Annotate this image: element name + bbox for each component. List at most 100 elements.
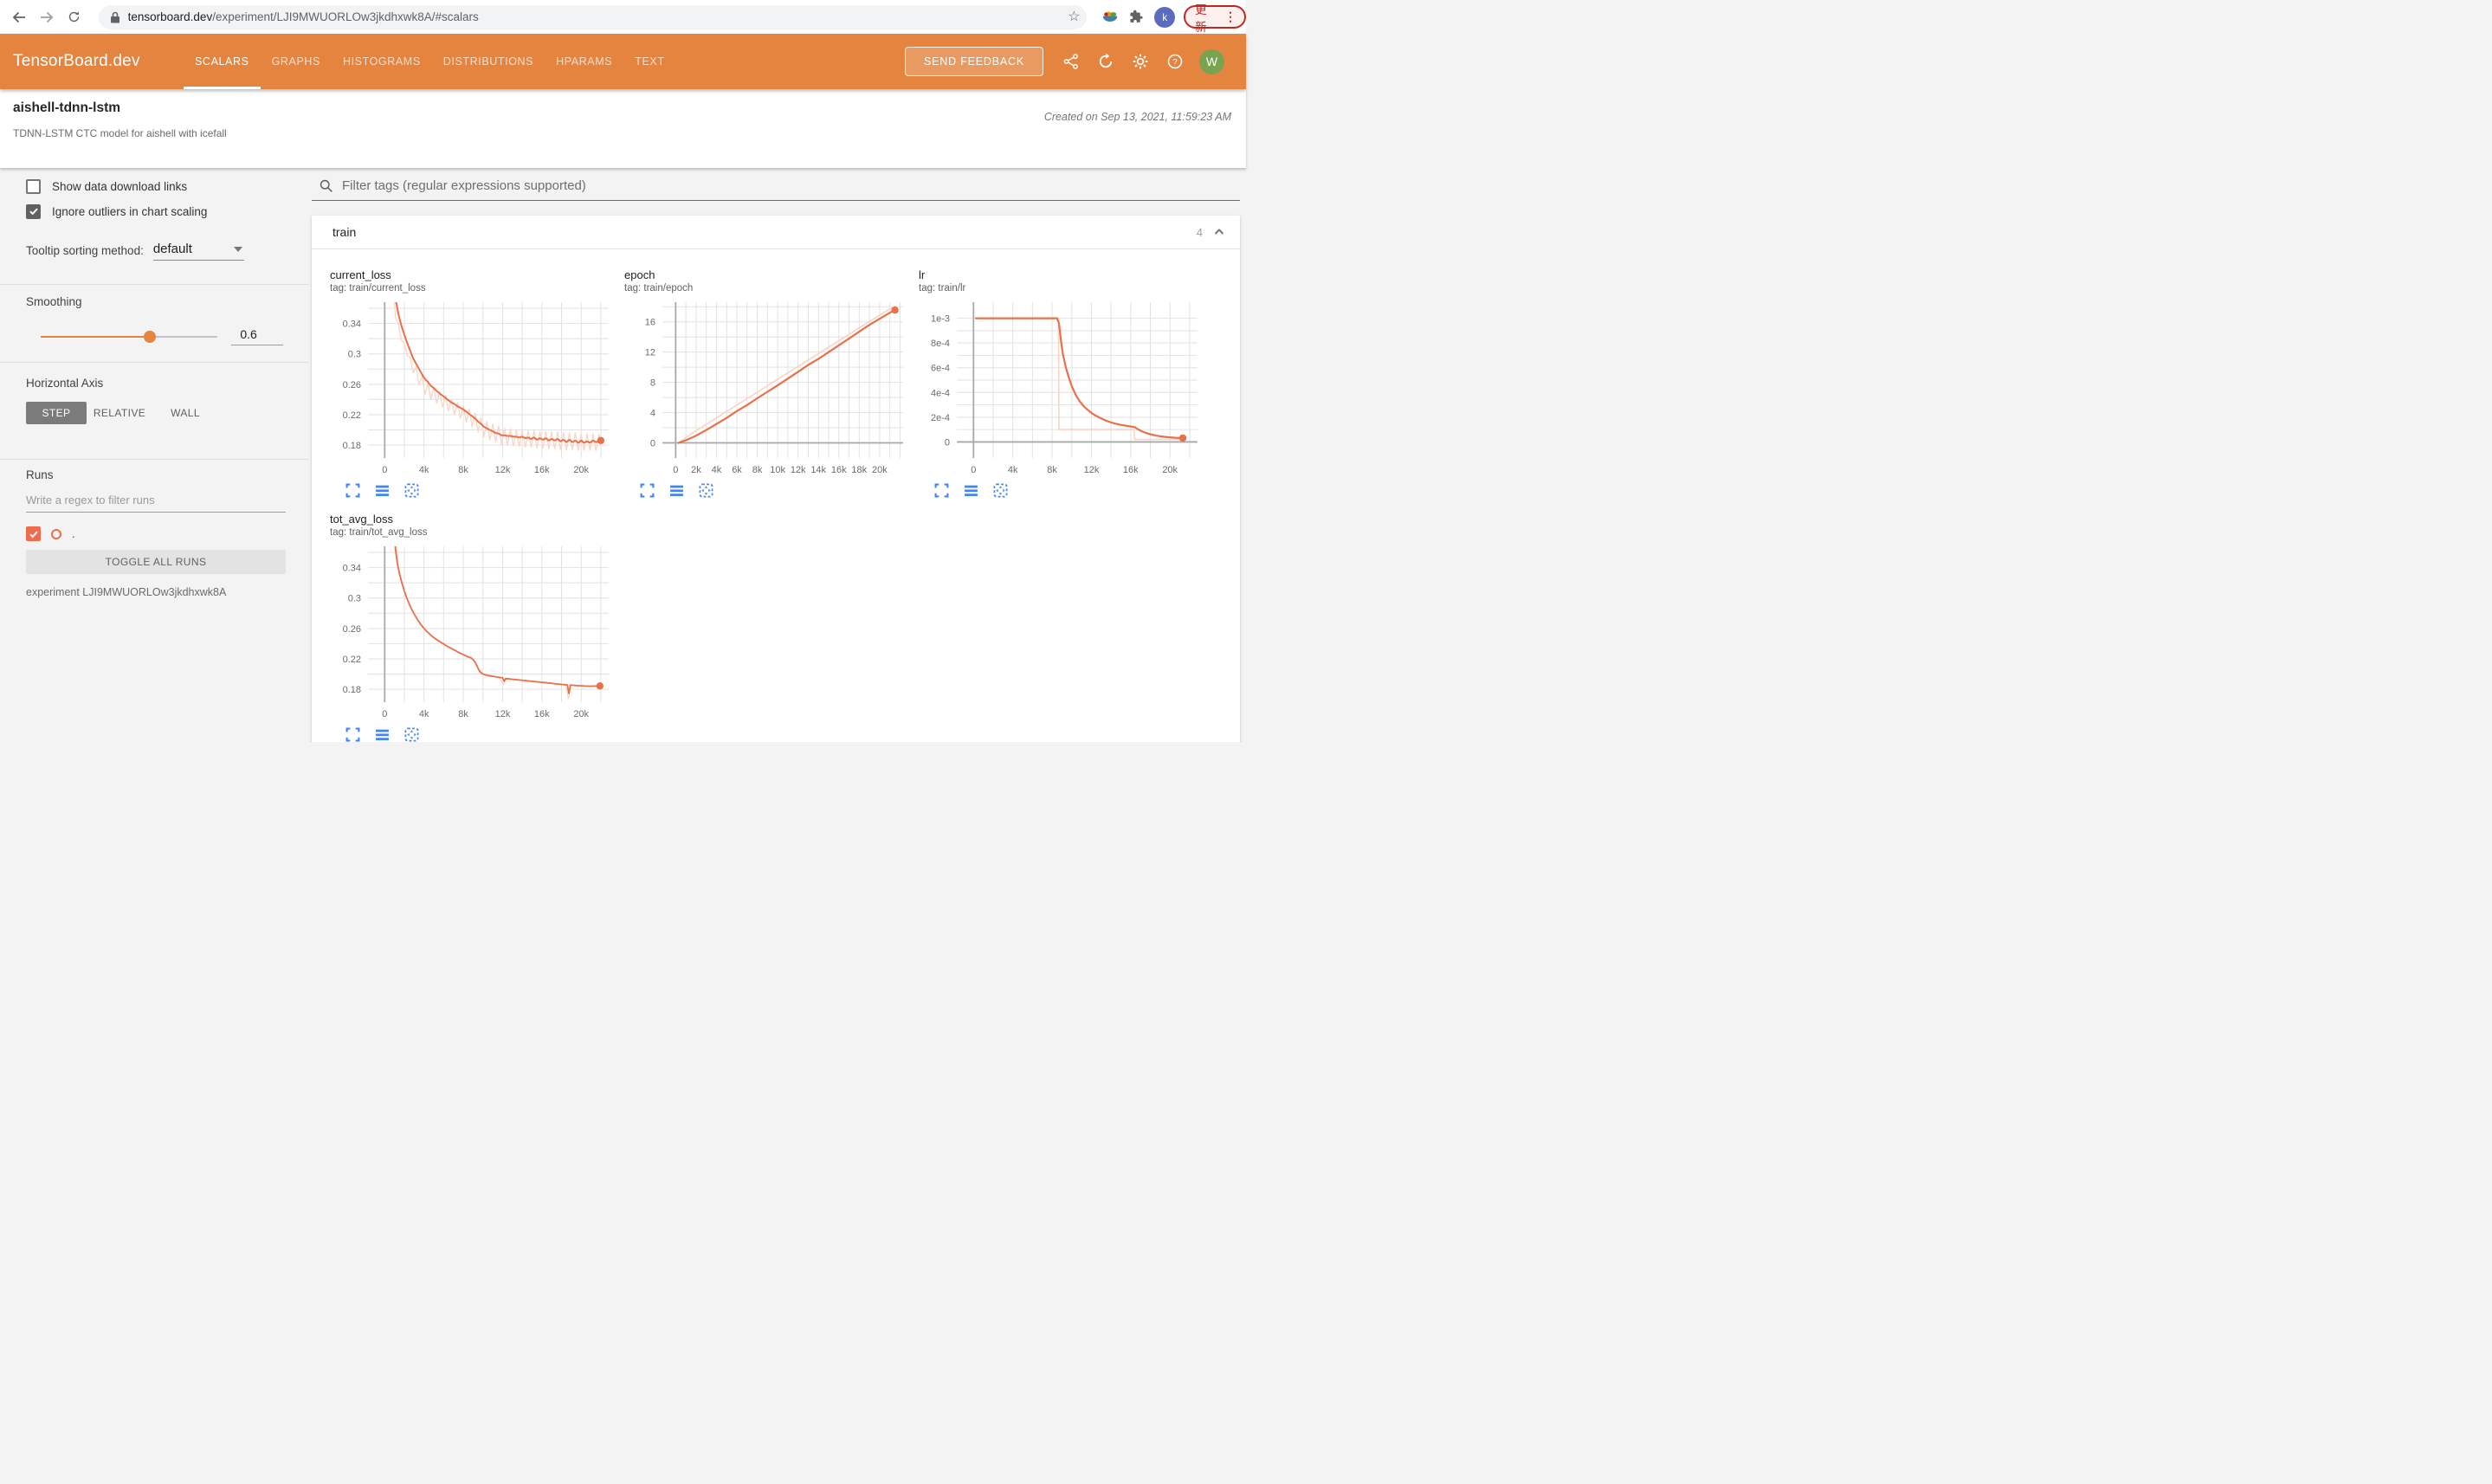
browser-menu-dots-icon[interactable]: ⋮ [1224, 10, 1236, 24]
toggle-y-axis-icon[interactable] [964, 483, 978, 498]
svg-text:20k: 20k [573, 709, 589, 719]
chart-current_loss: current_loss tag: train/current_loss 0 4k 8k… [330, 268, 616, 498]
header-actions: SEND FEEDBACK ? W [905, 44, 1224, 79]
svg-text:0.18: 0.18 [343, 441, 361, 451]
svg-text:16: 16 [645, 318, 655, 328]
svg-text:12k: 12k [1084, 465, 1100, 475]
axis-button-relative[interactable]: RELATIVE [87, 402, 152, 424]
browser-update-button[interactable]: 更新 ⋮ [1184, 3, 1246, 34]
svg-text:0.34: 0.34 [343, 564, 361, 574]
toggle-y-axis-icon[interactable] [375, 483, 390, 498]
show-download-label: Show data download links [52, 179, 188, 193]
lock-icon [110, 11, 120, 23]
chart-tot_avg_loss: tot_avg_loss tag: train/tot_avg_loss 0 4k 8k… [330, 513, 616, 742]
user-avatar[interactable]: W [1199, 48, 1224, 74]
svg-text:0.22: 0.22 [343, 410, 361, 421]
browser-toolbar: tensorboard.dev/experiment/LJI9MWUORLOw3… [0, 0, 1246, 34]
app-logo: TensorBoard.dev [13, 52, 140, 70]
runs-label: Runs [26, 468, 54, 481]
axis-button-step[interactable]: STEP [26, 402, 87, 424]
horizontal-axis-label: Horizontal Axis [26, 377, 104, 390]
bookmark-star-icon[interactable]: ☆ [1068, 10, 1080, 24]
fit-domain-icon[interactable] [404, 483, 419, 498]
tag-group-name: train [332, 225, 357, 239]
svg-text:8k: 8k [752, 465, 763, 475]
chart-toolbar [330, 727, 616, 742]
tooltip-sorting-select[interactable]: default [152, 242, 244, 261]
chart-plot-area[interactable]: 0 2k 4k 6k 8k 10k 12k 14k 16k 18k 20k 0 4 8 12 16 [624, 297, 910, 479]
fit-domain-icon[interactable] [993, 483, 1008, 498]
collapse-chevron-icon[interactable] [1213, 226, 1225, 238]
refresh-icon[interactable] [1088, 44, 1123, 79]
smoothing-value-input[interactable]: 0.6 [231, 327, 283, 345]
smoothing-slider[interactable] [41, 330, 218, 343]
ignore-outliers-checkbox[interactable] [26, 203, 41, 219]
filter-tags-input[interactable]: Filter tags (regular expressions support… [312, 177, 1240, 201]
svg-text:8k: 8k [458, 465, 468, 475]
fit-domain-icon[interactable] [404, 727, 419, 742]
tab-graphs[interactable]: GRAPHS [261, 34, 332, 89]
svg-text:18k: 18k [851, 465, 867, 475]
svg-text:2k: 2k [691, 465, 701, 475]
tab-histograms[interactable]: HISTOGRAMS [332, 34, 432, 89]
chart-plot-area[interactable]: 0 4k 8k 12k 16k 20k 0.18 0.22 0.26 0.3 0.34 [330, 297, 616, 479]
tab-scalars[interactable]: SCALARS [184, 34, 261, 89]
expand-chart-icon[interactable] [345, 727, 360, 742]
smoothing-label: Smoothing [26, 295, 82, 308]
svg-text:16k: 16k [534, 465, 550, 475]
svg-text:0.3: 0.3 [348, 594, 361, 604]
svg-text:6e-4: 6e-4 [931, 364, 950, 374]
help-icon[interactable]: ? [1158, 44, 1192, 79]
update-label: 更新 [1195, 3, 1207, 34]
horizontal-axis-buttons: STEP RELATIVE WALL [26, 402, 309, 424]
run-name: . [72, 527, 75, 540]
svg-text:0.26: 0.26 [343, 380, 361, 390]
svg-text:4e-4: 4e-4 [931, 388, 950, 398]
ignore-outliers-label: Ignore outliers in chart scaling [52, 204, 208, 218]
extensions-puzzle-icon[interactable] [1123, 4, 1149, 30]
tab-distributions[interactable]: DISTRIBUTIONS [432, 34, 545, 89]
svg-text:0: 0 [971, 465, 976, 475]
extension-bowl-icon[interactable] [1097, 4, 1123, 30]
address-bar[interactable]: tensorboard.dev/experiment/LJI9MWUORLOw3… [98, 4, 1088, 29]
expand-chart-icon[interactable] [934, 483, 949, 498]
experiment-description: TDNN-LSTM CTC model for aishell with ice… [13, 127, 227, 139]
svg-text:0.18: 0.18 [343, 685, 361, 695]
share-icon[interactable] [1054, 44, 1088, 79]
tag-group-train: train 4 current_loss tag: train/current_l… [312, 216, 1240, 742]
chart-plot-area[interactable]: 0 4k 8k 12k 16k 20k 0.18 0.22 0.26 0.3 0.34 [330, 541, 616, 723]
browser-profile-avatar[interactable]: k [1154, 6, 1176, 28]
chart-tag: tag: train/current_loss [330, 283, 426, 294]
runs-regex-input[interactable]: Write a regex to filter runs [26, 494, 286, 513]
chart-title: lr [919, 268, 926, 281]
toggle-y-axis-icon[interactable] [669, 483, 684, 498]
expand-chart-icon[interactable] [345, 483, 360, 498]
svg-text:0: 0 [650, 439, 655, 449]
chart-tag: tag: train/epoch [624, 283, 694, 294]
tab-hparams[interactable]: HPARAMS [545, 34, 623, 89]
tab-text[interactable]: TEXT [623, 34, 675, 89]
svg-text:4k: 4k [712, 465, 722, 475]
show-download-checkbox[interactable] [26, 178, 41, 194]
svg-text:0.26: 0.26 [343, 624, 361, 635]
experiment-created: Created on Sep 13, 2021, 11:59:23 AM [1043, 111, 1231, 123]
settings-gear-icon[interactable] [1123, 44, 1158, 79]
axis-button-wall[interactable]: WALL [152, 402, 218, 424]
toggle-y-axis-icon[interactable] [375, 727, 390, 742]
back-icon[interactable] [5, 3, 33, 31]
slider-thumb[interactable] [144, 330, 156, 343]
toggle-all-runs-button[interactable]: TOGGLE ALL RUNS [26, 550, 286, 574]
expand-chart-icon[interactable] [640, 483, 655, 498]
chart-plot-area[interactable]: 0 4k 8k 12k 16k 20k 0 2e-4 4e-4 6e-4 8e-4 1e-3 [919, 297, 1204, 479]
run-checkbox[interactable] [26, 526, 41, 541]
svg-text:0: 0 [382, 709, 387, 719]
fit-domain-icon[interactable] [699, 483, 713, 498]
tag-group-header[interactable]: train 4 [312, 216, 1240, 249]
reload-icon[interactable] [61, 3, 88, 31]
send-feedback-button[interactable]: SEND FEEDBACK [905, 47, 1043, 76]
forward-icon[interactable] [33, 3, 61, 31]
svg-text:20k: 20k [872, 465, 888, 475]
chart-epoch: epoch tag: train/epoch 0 2k 4k 6k 8k 10k 12k 14k 1… [624, 268, 910, 498]
svg-text:0.22: 0.22 [343, 655, 361, 665]
svg-text:8k: 8k [458, 709, 468, 719]
